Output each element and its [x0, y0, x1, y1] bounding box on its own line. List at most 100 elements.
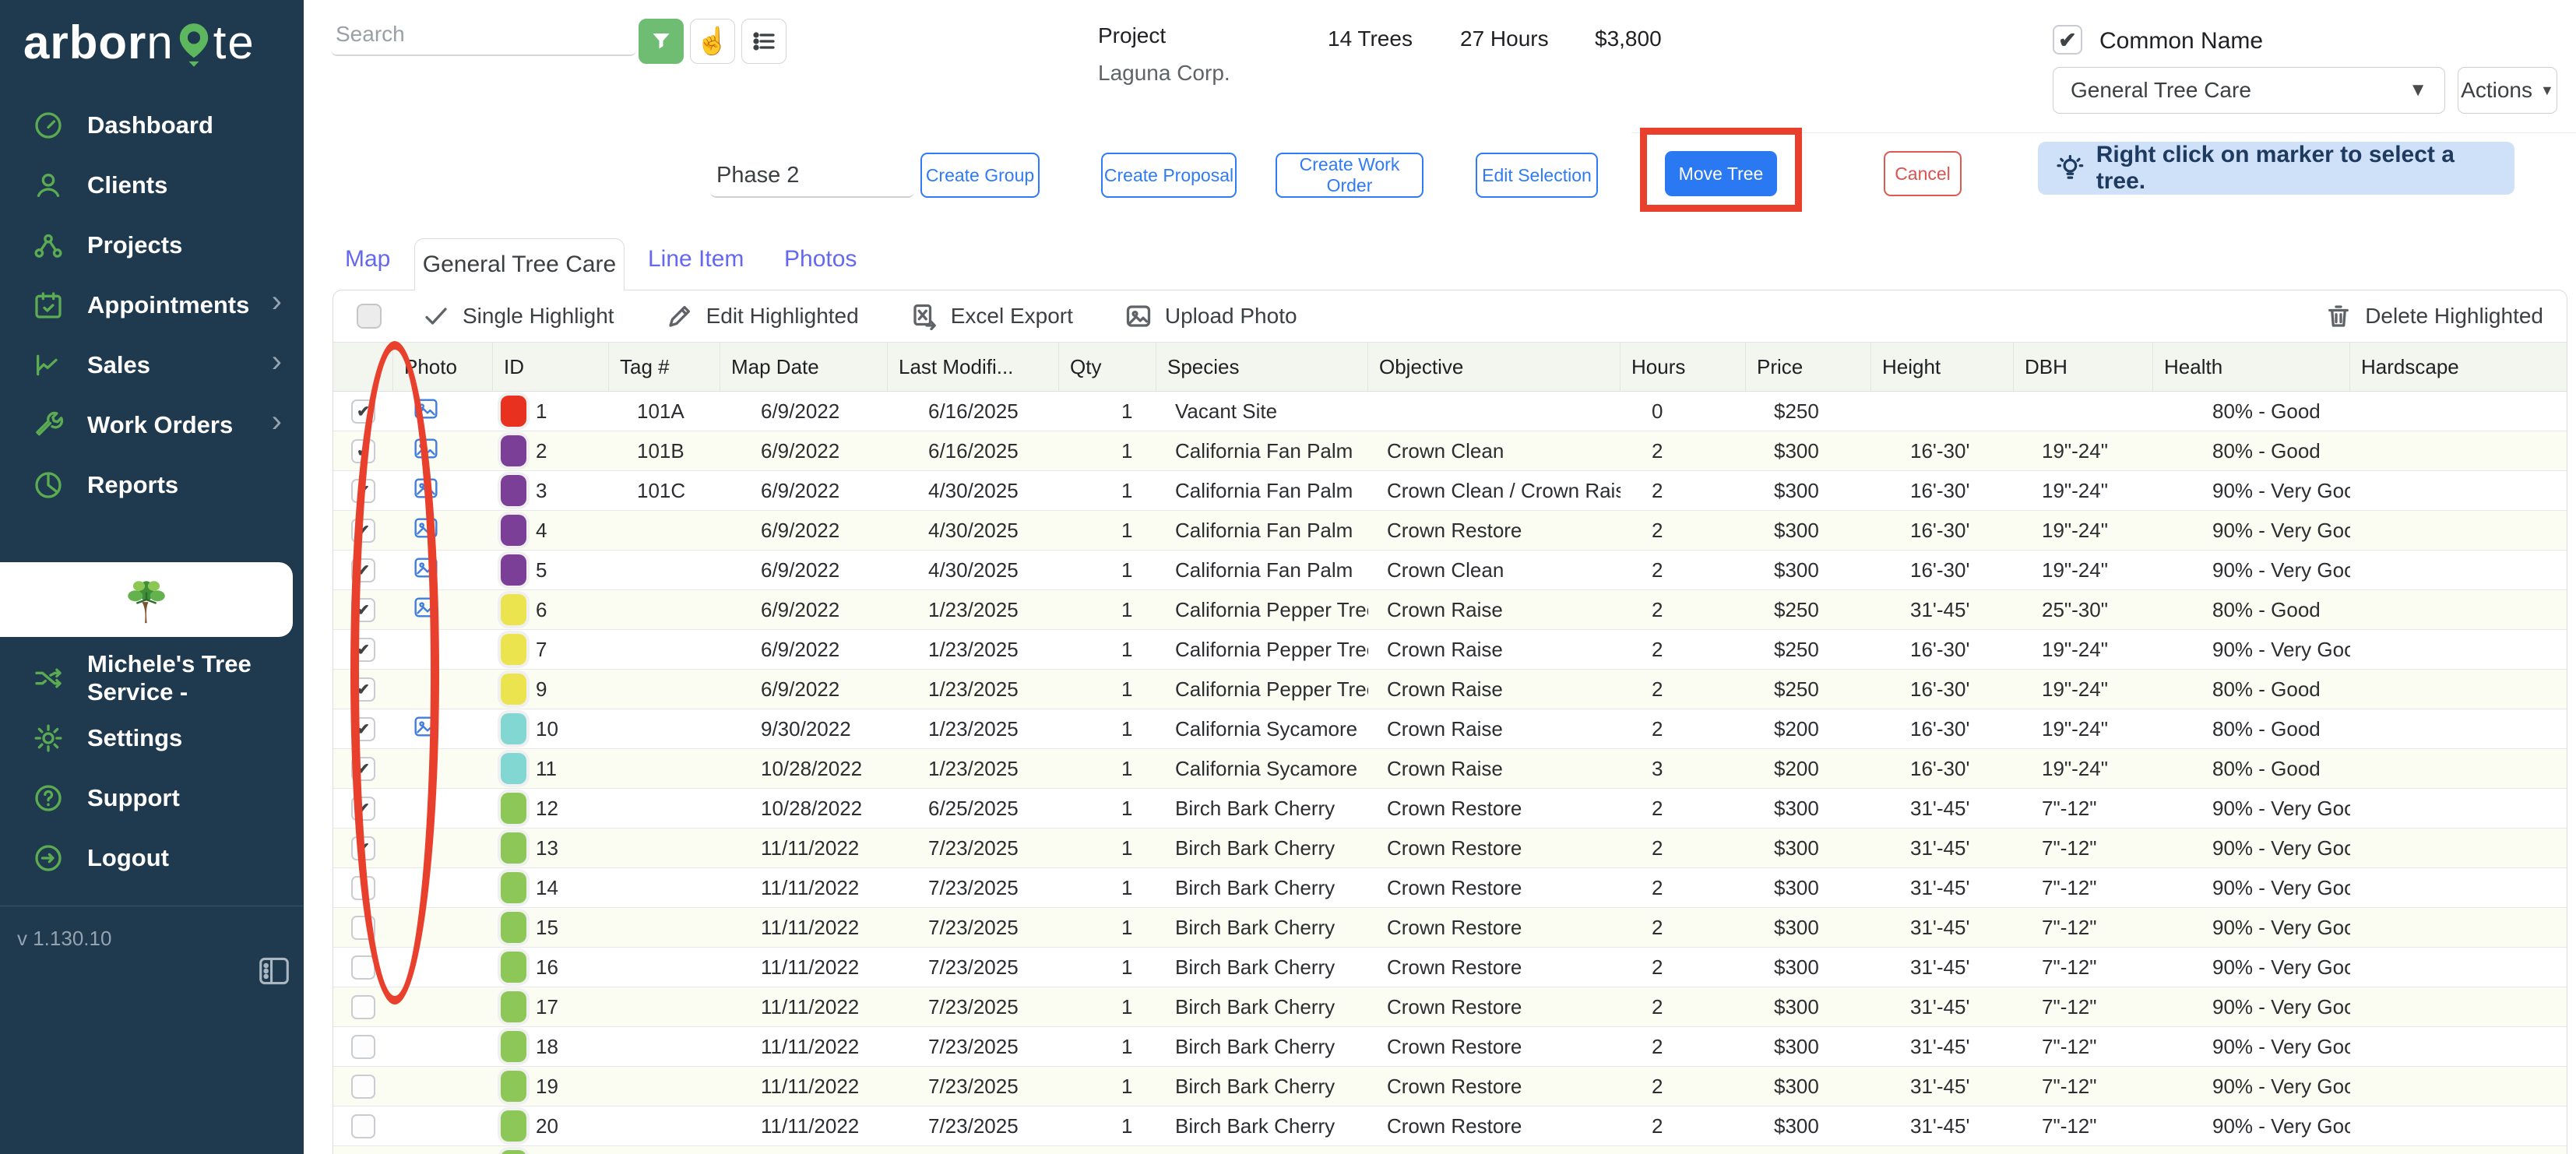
header-map-date[interactable]: Map Date — [720, 343, 888, 391]
table-row[interactable]: 9 6/9/2022 1/23/2025 1 California Pepper… — [333, 670, 2567, 709]
id-color-swatch[interactable] — [501, 832, 526, 864]
row-checkbox[interactable] — [351, 1074, 375, 1099]
phase-input[interactable] — [710, 154, 914, 198]
photo-icon[interactable] — [412, 555, 440, 586]
filter-button[interactable] — [639, 19, 684, 64]
photo-icon[interactable] — [412, 714, 440, 744]
id-color-swatch[interactable] — [501, 554, 526, 586]
tab-line-item[interactable]: Line Item — [648, 246, 744, 273]
row-checkbox[interactable] — [351, 478, 375, 503]
table-row[interactable]: 5 6/9/2022 4/30/2025 1 California Fan Pa… — [333, 551, 2567, 590]
table-row[interactable]: 2 101B 6/9/2022 6/16/2025 1 California F… — [333, 431, 2567, 471]
sidebar-collapse-icon[interactable] — [257, 956, 291, 986]
tab-map[interactable]: Map — [345, 246, 390, 273]
sidebar-item-logout[interactable]: Logout — [0, 828, 304, 888]
excel-export-button[interactable]: Excel Export — [910, 302, 1073, 330]
table-row[interactable]: 17 11/11/2022 7/23/2025 1 Birch Bark Che… — [333, 987, 2567, 1027]
header-dbh[interactable]: DBH — [2014, 343, 2153, 391]
table-row[interactable]: 6 6/9/2022 1/23/2025 1 California Pepper… — [333, 590, 2567, 630]
table-row[interactable]: 20 11/11/2022 7/23/2025 1 Birch Bark Che… — [333, 1107, 2567, 1146]
header-hardscape[interactable]: Hardscape — [2350, 343, 2567, 391]
header-species[interactable]: Species — [1156, 343, 1368, 391]
header-tag[interactable]: Tag # — [609, 343, 720, 391]
id-color-swatch[interactable] — [501, 713, 526, 744]
table-row[interactable]: 16 11/11/2022 7/23/2025 1 Birch Bark Che… — [333, 948, 2567, 987]
search-input[interactable] — [331, 14, 636, 56]
create-group-button[interactable]: Create Group — [920, 153, 1040, 198]
table-row[interactable]: 21 11/11/2022 7/23/2025 1 Birch Bark Che… — [333, 1146, 2567, 1154]
list-view-button[interactable] — [741, 19, 787, 64]
id-color-swatch[interactable] — [501, 594, 526, 625]
id-color-swatch[interactable] — [501, 515, 526, 546]
sidebar-item-work-orders[interactable]: Work Orders › — [0, 395, 304, 455]
header-last-modified[interactable]: Last Modifi... — [888, 343, 1059, 391]
row-checkbox[interactable] — [351, 716, 375, 741]
id-color-swatch[interactable] — [501, 396, 526, 427]
row-checkbox[interactable] — [351, 518, 375, 543]
id-color-swatch[interactable] — [501, 991, 526, 1022]
table-row[interactable]: 12 10/28/2022 6/25/2025 1 Birch Bark Che… — [333, 789, 2567, 829]
table-row[interactable]: 15 11/11/2022 7/23/2025 1 Birch Bark Che… — [333, 908, 2567, 948]
header-qty[interactable]: Qty — [1059, 343, 1156, 391]
table-row[interactable]: 3 101C 6/9/2022 4/30/2025 1 California F… — [333, 471, 2567, 511]
header-id[interactable]: ID — [493, 343, 609, 391]
row-checkbox[interactable] — [351, 836, 375, 860]
delete-highlighted-button[interactable]: Delete Highlighted — [2324, 302, 2543, 330]
row-checkbox[interactable] — [351, 915, 375, 940]
row-checkbox[interactable] — [351, 399, 375, 424]
tab-photos[interactable]: Photos — [784, 246, 857, 273]
id-color-swatch[interactable] — [501, 634, 526, 665]
select-all-checkbox[interactable] — [357, 304, 382, 329]
id-color-swatch[interactable] — [501, 793, 526, 824]
header-height[interactable]: Height — [1871, 343, 2014, 391]
sidebar-item-reports[interactable]: Reports — [0, 455, 304, 515]
table-row[interactable]: 7 6/9/2022 1/23/2025 1 California Pepper… — [333, 630, 2567, 670]
row-checkbox[interactable] — [351, 1114, 375, 1138]
header-hours[interactable]: Hours — [1621, 343, 1746, 391]
category-select[interactable]: General Tree Care ▼ — [2053, 67, 2445, 114]
header-price[interactable]: Price — [1746, 343, 1871, 391]
pointer-select-button[interactable]: ☝ — [690, 19, 735, 64]
table-row[interactable]: 11 10/28/2022 1/23/2025 1 California Syc… — [333, 749, 2567, 789]
table-row[interactable]: 19 11/11/2022 7/23/2025 1 Birch Bark Che… — [333, 1067, 2567, 1107]
id-color-swatch[interactable] — [501, 1031, 526, 1062]
row-checkbox[interactable] — [351, 597, 375, 622]
edit-selection-button[interactable]: Edit Selection — [1476, 153, 1598, 198]
single-highlight-button[interactable]: Single Highlight — [422, 302, 614, 330]
actions-button[interactable]: Actions ▼ — [2458, 67, 2557, 114]
table-row[interactable]: 10 9/30/2022 1/23/2025 1 California Syca… — [333, 709, 2567, 749]
id-color-swatch[interactable] — [501, 674, 526, 705]
row-checkbox[interactable] — [351, 1034, 375, 1059]
id-color-swatch[interactable] — [501, 912, 526, 943]
id-color-swatch[interactable] — [501, 1150, 526, 1154]
sidebar-item-settings[interactable]: Settings — [0, 708, 304, 768]
create-work-order-button[interactable]: Create Work Order — [1276, 153, 1423, 198]
id-color-swatch[interactable] — [501, 1110, 526, 1142]
id-color-swatch[interactable] — [501, 435, 526, 466]
edit-highlighted-button[interactable]: Edit Highlighted — [666, 302, 859, 330]
table-row[interactable]: 1 101A 6/9/2022 6/16/2025 1 Vacant Site … — [333, 392, 2567, 431]
id-color-swatch[interactable] — [501, 952, 526, 983]
id-color-swatch[interactable] — [501, 753, 526, 784]
photo-icon[interactable] — [412, 436, 440, 466]
row-checkbox[interactable] — [351, 558, 375, 582]
sidebar-item-support[interactable]: Support — [0, 768, 304, 828]
row-checkbox[interactable] — [351, 875, 375, 900]
sidebar-item-dashboard[interactable]: Dashboard — [0, 95, 304, 155]
row-checkbox[interactable] — [351, 994, 375, 1019]
photo-icon[interactable] — [412, 515, 440, 546]
tab-general-tree-care[interactable]: General Tree Care — [414, 238, 625, 290]
sidebar-item-clients[interactable]: Clients — [0, 155, 304, 215]
id-color-swatch[interactable] — [501, 872, 526, 903]
header-photo[interactable]: Photo — [393, 343, 493, 391]
cancel-button[interactable]: Cancel — [1884, 151, 1962, 196]
row-checkbox[interactable] — [351, 438, 375, 463]
row-checkbox[interactable] — [351, 637, 375, 662]
upload-photo-button[interactable]: Upload Photo — [1124, 302, 1297, 330]
row-checkbox[interactable] — [351, 677, 375, 702]
photo-icon[interactable] — [412, 476, 440, 506]
move-tree-button[interactable]: Move Tree — [1665, 151, 1777, 196]
sidebar-item-projects[interactable]: Projects — [0, 215, 304, 275]
header-health[interactable]: Health — [2153, 343, 2350, 391]
sidebar-item-sales[interactable]: Sales › — [0, 335, 304, 395]
